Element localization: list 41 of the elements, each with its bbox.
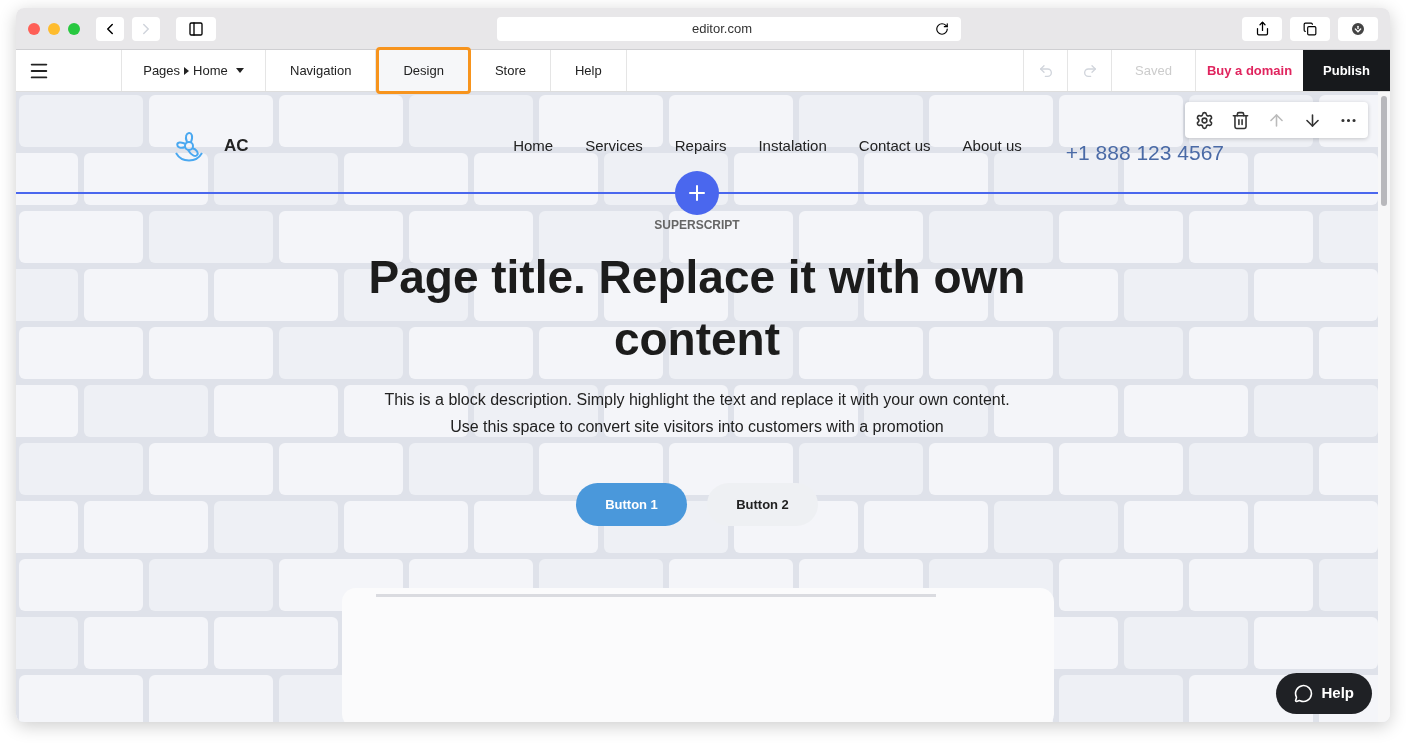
sidebar-icon bbox=[188, 20, 204, 37]
help-button[interactable]: Help bbox=[1276, 673, 1372, 714]
trash-icon[interactable] bbox=[1231, 110, 1250, 130]
toolbar-tab[interactable]: Store bbox=[470, 50, 551, 91]
chat-bubble-icon bbox=[1294, 684, 1314, 703]
site-nav-link[interactable]: About us bbox=[962, 134, 1022, 158]
publish-button[interactable]: Publish bbox=[1303, 50, 1390, 91]
reload-icon[interactable] bbox=[935, 21, 949, 36]
downloads-button[interactable] bbox=[1338, 16, 1378, 41]
logo-text: AC bbox=[224, 135, 249, 158]
toolbar-tab[interactable]: Help bbox=[551, 50, 627, 91]
sidebar-button[interactable] bbox=[176, 16, 216, 41]
superscript: SUPERSCRIPT bbox=[654, 217, 740, 234]
scrollbar-thumb[interactable] bbox=[1381, 96, 1387, 206]
download-icon bbox=[1350, 20, 1366, 37]
site-nav-link[interactable]: Services bbox=[585, 134, 643, 158]
pages-label: Pages bbox=[143, 61, 181, 80]
block-description: This is a block description. Simply highlight the text and replace it with your own content. bbox=[384, 390, 1010, 410]
back-button[interactable] bbox=[96, 16, 124, 41]
page-title: Page title. Replace it with own content bbox=[367, 250, 1027, 367]
phone-number: +1 888 123 4567 bbox=[1065, 140, 1224, 167]
address-bar[interactable]: editor.com bbox=[497, 16, 961, 41]
triangle-right-icon bbox=[184, 66, 190, 75]
tabs-icon bbox=[1303, 21, 1317, 36]
caret-icon bbox=[235, 68, 244, 73]
site-nav-link[interactable]: Repairs bbox=[674, 134, 727, 158]
site-nav-link[interactable]: Home bbox=[513, 134, 554, 158]
share-icon bbox=[1254, 21, 1270, 36]
buy-domain-link[interactable]: Buy a domain bbox=[1196, 50, 1303, 91]
page-label: Home bbox=[193, 61, 228, 80]
toolbar-tab[interactable]: Design bbox=[376, 47, 471, 94]
share-button[interactable] bbox=[1242, 16, 1282, 41]
settings-icon[interactable] bbox=[1195, 110, 1214, 130]
site-nav-link[interactable]: Instalation bbox=[758, 134, 827, 158]
block-description: Use this space to convert site visitors into customers with a promotion bbox=[450, 417, 944, 437]
pages-dropdown[interactable]: Pages Home bbox=[122, 50, 266, 91]
redo-icon bbox=[1081, 62, 1098, 79]
tabs-button[interactable] bbox=[1290, 16, 1330, 41]
hero-button[interactable]: Button 2 bbox=[707, 483, 818, 526]
undo-icon bbox=[1037, 62, 1054, 79]
site-nav-link[interactable]: Contact us bbox=[858, 134, 931, 158]
